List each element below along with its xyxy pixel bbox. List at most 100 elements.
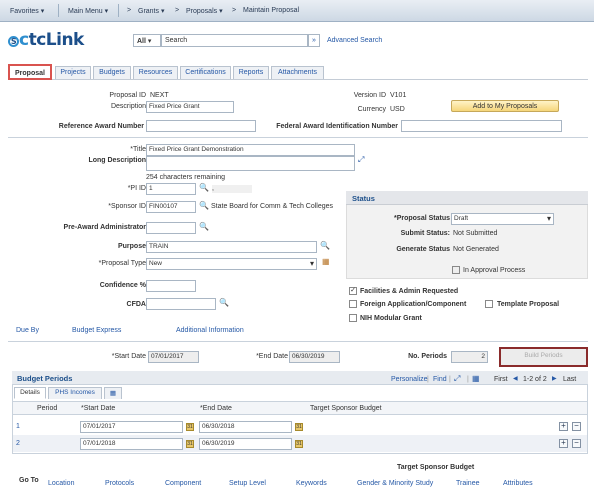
characters-remaining: 254 characters remaining [146,174,225,181]
find-link[interactable]: Find [433,376,447,383]
foreign-application-label: Foreign Application/Component [360,301,467,308]
row-range: 1-2 of 2 [523,376,547,383]
breadcrumb-grants[interactable]: Grants ▾ [138,7,164,15]
goto-location-link[interactable]: Location [48,480,74,487]
tab-budgets[interactable]: Budgets [93,66,131,79]
sponsor-id-label: *Sponsor ID [108,203,146,210]
template-proposal-checkbox[interactable] [485,300,493,308]
pre-award-admin-input[interactable] [146,222,196,234]
proposal-id-label: Proposal ID [109,92,146,99]
no-periods-input[interactable]: 2 [451,351,488,363]
budget-express-link[interactable]: Budget Express [72,327,121,334]
sponsor-id-lookup-icon[interactable]: 🔍 [199,201,209,210]
top-nav-bar: Favorites ▾ Main Menu ▾ > Grants ▾ > Pro… [0,0,594,22]
add-row-button[interactable]: + [559,439,568,448]
due-by-link[interactable]: Due By [16,327,39,334]
calendar-icon[interactable]: 31 [186,440,194,448]
generate-status-label: Generate Status [396,246,450,253]
col-period: Period [37,405,58,412]
search-go-button[interactable]: » [308,34,320,47]
tab-proposal[interactable]: Proposal [8,64,52,80]
personalize-link[interactable]: Personalize [391,376,428,383]
delete-row-button[interactable]: − [572,439,581,448]
calendar-icon[interactable]: 31 [295,423,303,431]
search-input[interactable]: Search [161,34,308,47]
additional-information-link[interactable]: Additional Information [176,327,244,334]
pi-id-input[interactable]: 1 [146,183,196,195]
goto-attributes-link[interactable]: Attributes [503,480,533,487]
confidence-input[interactable] [146,280,196,292]
last-link[interactable]: Last [563,376,576,383]
delete-row-button[interactable]: − [572,422,581,431]
first-link[interactable]: First [494,376,508,383]
calendar-icon[interactable]: 31 [186,423,194,431]
foreign-application-checkbox[interactable] [349,300,357,308]
grid-tab-phs-incomes[interactable]: PHS Incomes [48,387,102,399]
status-panel-header [346,191,588,205]
long-description-input[interactable] [146,156,355,171]
start-date-label: *Start Date [111,353,146,360]
reference-award-input[interactable] [146,120,256,132]
expand-textarea-icon[interactable]: ⤢ [358,155,364,165]
add-row-button[interactable]: + [559,422,568,431]
main-menu[interactable]: Main Menu ▾ [68,7,108,15]
version-id-value: V101 [390,92,407,99]
row-start-date-input[interactable]: 07/01/2017 [80,421,183,433]
federal-award-label: Federal Award Identification Number [276,123,398,130]
prev-arrow-icon[interactable]: ◀ [513,375,518,382]
pi-id-lookup-icon[interactable]: 🔍 [199,183,209,192]
grid-tab-details[interactable]: Details [14,387,46,399]
advanced-search-link[interactable]: Advanced Search [327,37,382,44]
cfda-input[interactable] [146,298,216,310]
grid-tab-show-all-icon[interactable]: ▦ [104,387,122,399]
proposal-type-detail-icon[interactable]: ▦ [322,257,330,266]
row-end-date-input[interactable]: 06/30/2019 [199,438,292,450]
next-arrow-icon[interactable]: ▶ [552,375,557,382]
row-end-date-input[interactable]: 06/30/2018 [199,421,292,433]
sponsor-id-input[interactable]: FIN00107 [146,201,196,213]
nih-modular-grant-checkbox[interactable] [349,314,357,322]
proposal-type-select[interactable]: New [146,258,317,270]
divider [8,137,588,138]
tab-projects[interactable]: Projects [55,66,91,79]
build-periods-button[interactable]: Build Periods [499,347,588,367]
calendar-icon[interactable]: 31 [295,440,303,448]
add-to-my-proposals-button[interactable]: Add to My Proposals [451,100,559,112]
goto-keywords-link[interactable]: Keywords [296,480,327,487]
favorites-menu[interactable]: Favorites ▾ [10,7,44,15]
view-all-icon[interactable]: ⤢ [454,374,460,384]
separator [58,4,59,17]
grid-link-separator: | [427,376,429,383]
purpose-lookup-icon[interactable]: 🔍 [320,241,330,250]
tab-certifications[interactable]: Certifications [180,66,231,79]
breadcrumb-proposals[interactable]: Proposals ▾ [186,7,223,15]
goto-setup-level-link[interactable]: Setup Level [229,480,266,487]
goto-gender-minority-link[interactable]: Gender & Minority Study [357,480,433,487]
row-start-date-input[interactable]: 07/01/2018 [80,438,183,450]
title-input[interactable]: Fixed Price Grant Demonstration [146,144,355,156]
submit-status-label: Submit Status: [400,230,450,237]
facilities-admin-checkbox[interactable]: ✓ [349,287,357,295]
sponsor-name-value: State Board for Comm & Tech Colleges [211,203,334,210]
goto-component-link[interactable]: Component [165,480,201,487]
row-period: 1 [16,423,20,430]
search-scope-select[interactable]: All ▾ [133,34,161,47]
reference-award-label: Reference Award Number [58,123,144,130]
purpose-input[interactable]: TRAIN [146,241,317,253]
col-start-date: *Start Date [81,405,116,412]
federal-award-input[interactable] [401,120,562,132]
goto-protocols-link[interactable]: Protocols [105,480,134,487]
cfda-lookup-icon[interactable]: 🔍 [219,298,229,307]
proposal-status-select[interactable]: Draft [451,213,554,225]
tab-attachments[interactable]: Attachments [271,66,324,79]
separator [118,4,119,17]
ctclink-logo: SctcLink [8,30,84,50]
end-date-input[interactable]: 06/30/2019 [289,351,340,363]
description-input[interactable]: Fixed Price Grant [146,101,234,113]
goto-trainee-link[interactable]: Trainee [456,480,479,487]
start-date-input[interactable]: 07/01/2017 [148,351,199,363]
tab-reports[interactable]: Reports [233,66,269,79]
download-grid-icon[interactable]: ▦ [472,374,480,383]
tab-resources[interactable]: Resources [133,66,178,79]
pre-award-lookup-icon[interactable]: 🔍 [199,222,209,231]
